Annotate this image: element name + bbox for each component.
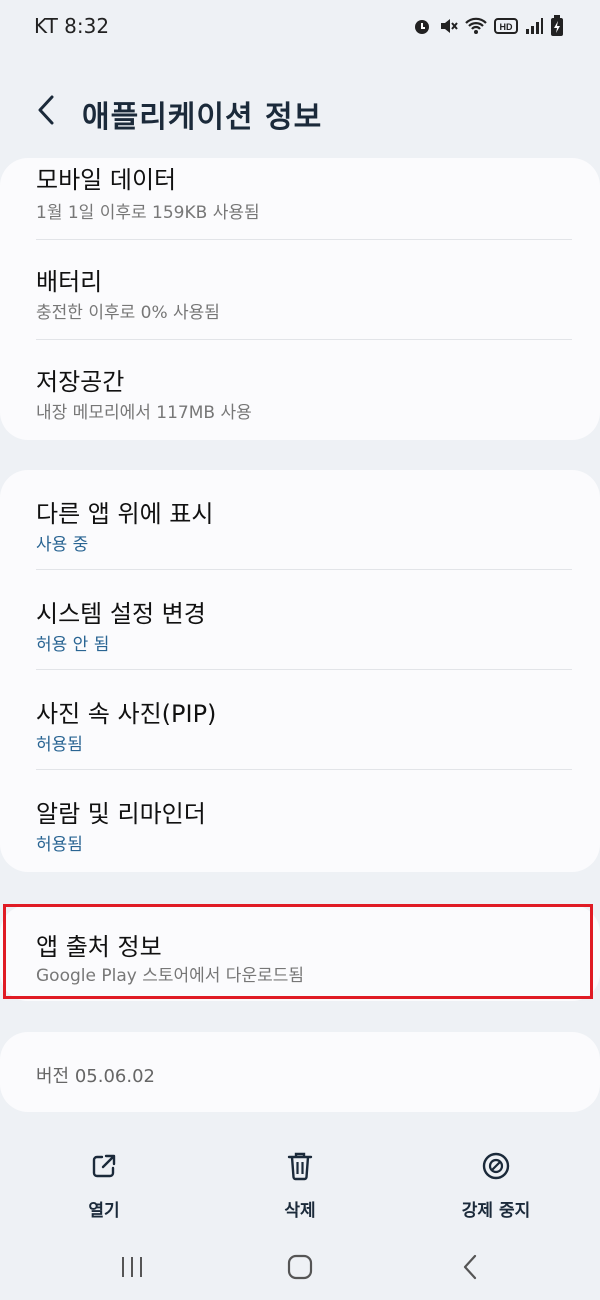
display-over-apps-item[interactable]: 다른 앱 위에 표시 사용 중 [0, 470, 600, 570]
battery-icon [550, 15, 564, 37]
back-arrow-icon [460, 1253, 480, 1285]
wifi-icon [464, 16, 488, 36]
version-card: 버전 05.06.02 [0, 1032, 600, 1112]
pip-title: 사진 속 사진(PIP) [36, 700, 217, 728]
alarms-reminders-title: 알람 및 리마인더 [36, 800, 206, 828]
trash-icon [287, 1151, 313, 1185]
open-button[interactable]: 열기 [44, 1150, 164, 1221]
permissions-card: 다른 앱 위에 표시 사용 중 시스템 설정 변경 허용 안 됨 사진 속 사진… [0, 470, 600, 872]
pip-item[interactable]: 사진 속 사진(PIP) 허용됨 [0, 670, 600, 770]
force-stop-label: 강제 중지 [461, 1201, 531, 1221]
signal-icon [524, 16, 544, 36]
recent-apps-button[interactable] [112, 1254, 152, 1284]
system-nav-bar [0, 1240, 600, 1300]
chevron-left-icon [36, 94, 56, 130]
version-text: 버전 05.06.02 [36, 1066, 155, 1087]
open-external-icon [90, 1152, 118, 1184]
page-title: 애플리케이션 정보 [82, 100, 323, 135]
delete-button[interactable]: 삭제 [240, 1150, 360, 1221]
open-label: 열기 [88, 1201, 120, 1221]
delete-label: 삭제 [284, 1201, 316, 1221]
svg-text:HD: HD [500, 22, 513, 32]
back-button[interactable] [28, 94, 64, 130]
storage-item[interactable]: 저장공간 내장 메모리에서 117MB 사용 [0, 340, 600, 440]
mobile-data-item[interactable]: 모바일 데이터 1월 1일 이후로 159KB 사용됨 [0, 158, 600, 240]
battery-title: 배터리 [36, 268, 103, 296]
carrier-time: KT 8:32 [34, 14, 110, 38]
display-over-apps-title: 다른 앱 위에 표시 [36, 500, 214, 528]
bottom-actions: 열기 삭제 강제 중지 [0, 1150, 600, 1221]
home-button[interactable] [280, 1254, 320, 1284]
display-over-apps-status: 사용 중 [36, 535, 89, 555]
modify-system-settings-status: 허용 안 됨 [36, 635, 110, 655]
nav-back-button[interactable] [450, 1254, 490, 1284]
mute-icon [438, 16, 458, 36]
usage-card: 모바일 데이터 1월 1일 이후로 159KB 사용됨 배터리 충전한 이후로 … [0, 158, 600, 440]
alarms-reminders-item[interactable]: 알람 및 리마인더 허용됨 [0, 770, 600, 870]
force-stop-button[interactable]: 강제 중지 [436, 1150, 556, 1221]
recent-apps-icon [118, 1255, 146, 1283]
alarm-icon [412, 16, 432, 36]
alarms-reminders-status: 허용됨 [36, 835, 83, 855]
hd-icon: HD [494, 17, 518, 35]
home-icon [286, 1253, 314, 1285]
battery-summary: 충전한 이후로 0% 사용됨 [36, 303, 220, 323]
battery-item[interactable]: 배터리 충전한 이후로 0% 사용됨 [0, 240, 600, 340]
status-icons: HD [412, 14, 564, 38]
mobile-data-title: 모바일 데이터 [36, 166, 177, 194]
app-bar: 애플리케이션 정보 [0, 80, 600, 144]
storage-summary: 내장 메모리에서 117MB 사용 [36, 403, 252, 423]
mobile-data-summary: 1월 1일 이후로 159KB 사용됨 [36, 203, 260, 223]
stop-icon [481, 1151, 511, 1185]
pip-status: 허용됨 [36, 735, 83, 755]
storage-title: 저장공간 [36, 368, 125, 396]
modify-system-settings-title: 시스템 설정 변경 [36, 600, 206, 628]
status-bar: KT 8:32 HD [0, 0, 600, 52]
modify-system-settings-item[interactable]: 시스템 설정 변경 허용 안 됨 [0, 570, 600, 670]
highlight-box [3, 904, 593, 999]
